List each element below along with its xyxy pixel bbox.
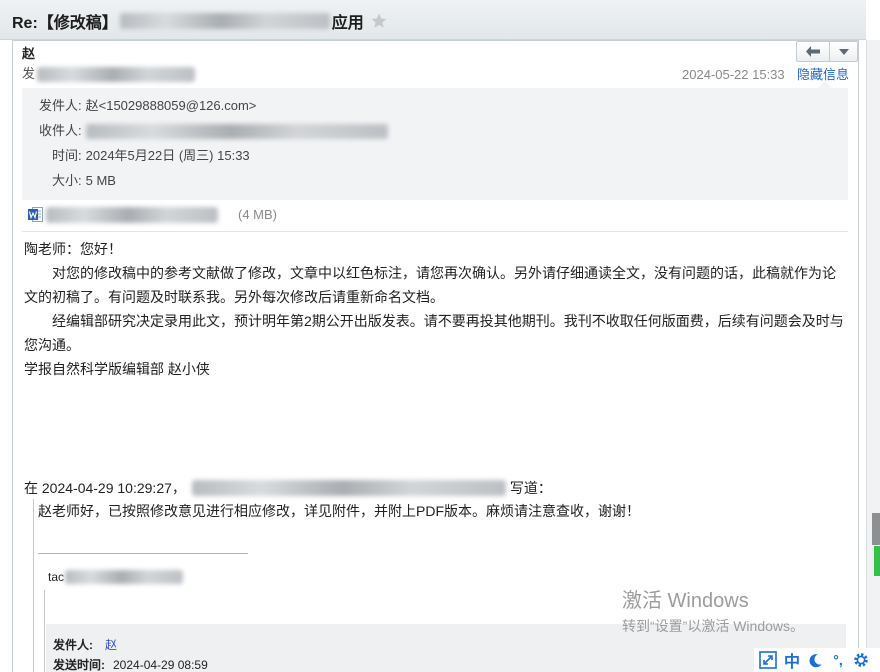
- reply-options-button[interactable]: [830, 42, 857, 61]
- nested-from-row: 发件人: 赵: [53, 639, 117, 652]
- from-label: 发件人:: [39, 98, 82, 113]
- time-label: 时间:: [52, 148, 82, 163]
- title-bar: Re:【修改稿】 应用: [0, 0, 866, 40]
- quote-separator: [38, 553, 248, 554]
- redacted-subject: [119, 13, 330, 29]
- activation-watermark-title: 激活 Windows: [622, 590, 749, 612]
- info-to-row: 收件人:: [39, 123, 388, 139]
- sender-name[interactable]: 赵: [22, 46, 35, 62]
- recipient-label: 发: [22, 66, 36, 81]
- info-box-pointer: [818, 81, 832, 88]
- reply-button[interactable]: [797, 42, 830, 61]
- quote-intro-suffix: 写道：: [509, 480, 552, 496]
- quote-intro: 在 2024-04-29 10:29:27， 写道：: [24, 479, 552, 497]
- word-doc-icon[interactable]: [27, 206, 44, 223]
- message-body: 陶老师：您好！ 对您的修改稿中的参考文献做了修改，文章中以红色标注，请您再次确认…: [24, 237, 846, 381]
- size-label: 大小:: [52, 173, 82, 188]
- moon-icon[interactable]: [804, 649, 826, 671]
- redacted-attachment-name[interactable]: [46, 207, 218, 223]
- reply-button-group: [796, 41, 858, 62]
- nested-from-value[interactable]: 赵: [105, 638, 117, 652]
- signature: 学报自然科学版编辑部 赵小侠: [24, 361, 210, 377]
- nested-from-label: 发件人:: [53, 638, 93, 652]
- quoted-message: 赵老师好，已按照修改意见进行相应修改，详见附件，并附上PDF版本。麻烦请注意查收…: [38, 503, 640, 519]
- info-from-row: 发件人: 赵<15029888059@126.com>: [39, 98, 256, 114]
- nested-sent-value: 2024-04-29 08:59: [113, 658, 208, 672]
- quote-signature-prefix: tac: [48, 570, 65, 584]
- chevron-down-icon: [838, 48, 849, 55]
- recipient-summary: 发: [22, 66, 196, 82]
- quote-intro-prefix: 在 2024-04-29 10:29:27，: [24, 480, 186, 496]
- message-date: 2024-05-22 15:33: [682, 67, 785, 82]
- nested-quote-border: [44, 590, 45, 672]
- redacted-quote-sender: [191, 480, 506, 496]
- scrollbar-thumb[interactable]: [872, 513, 880, 545]
- star-icon[interactable]: [370, 12, 388, 30]
- size-value: 5 MB: [85, 173, 116, 188]
- body-paragraph: 经编辑部研究决定录用此文，预计明年第2期公开出版发表。请不要再投其他期刊。我刊不…: [24, 313, 844, 353]
- ime-mode-toggle[interactable]: 中: [780, 649, 804, 671]
- quote-border: [33, 499, 34, 672]
- redacted-signature: [65, 570, 184, 584]
- quote-signature: tac: [48, 570, 184, 584]
- info-time-row: 时间: 2024年5月22日 (周三) 15:33: [52, 148, 250, 164]
- expand-icon[interactable]: [756, 649, 780, 671]
- nested-sent-row: 发送时间: 2024-04-29 08:59: [53, 659, 208, 672]
- greeting: 陶老师：您好！: [24, 241, 122, 257]
- header-divider: [22, 231, 848, 232]
- vertical-scrollbar[interactable]: [866, 40, 880, 672]
- ime-punctuation-toggle[interactable]: °,: [826, 649, 850, 671]
- redacted-recipient: [37, 66, 196, 82]
- time-value: 2024年5月22日 (周三) 15:33: [85, 148, 250, 163]
- gear-icon[interactable]: [850, 649, 872, 671]
- side-widget-bar[interactable]: [874, 546, 880, 576]
- ime-toolbar: 中 °,: [754, 648, 880, 672]
- subject-suffix: 应用: [331, 15, 364, 32]
- activation-watermark-subtitle: 转到“设置”以激活 Windows。: [622, 618, 805, 634]
- subject-prefix: Re:【修改稿】: [12, 15, 118, 32]
- nested-sent-label: 发送时间:: [53, 658, 105, 672]
- to-label: 收件人:: [39, 123, 82, 138]
- reply-icon: [805, 45, 821, 58]
- from-value[interactable]: 赵<15029888059@126.com>: [86, 98, 257, 114]
- redacted-to-value: [85, 123, 388, 139]
- info-size-row: 大小: 5 MB: [52, 173, 116, 189]
- attachment-size: (4 MB): [238, 207, 277, 222]
- email-subject: Re:【修改稿】 应用: [12, 9, 388, 33]
- body-paragraph: 对您的修改稿中的参考文献做了修改，文章中以红色标注，请您再次确认。另外请仔细通读…: [24, 265, 836, 305]
